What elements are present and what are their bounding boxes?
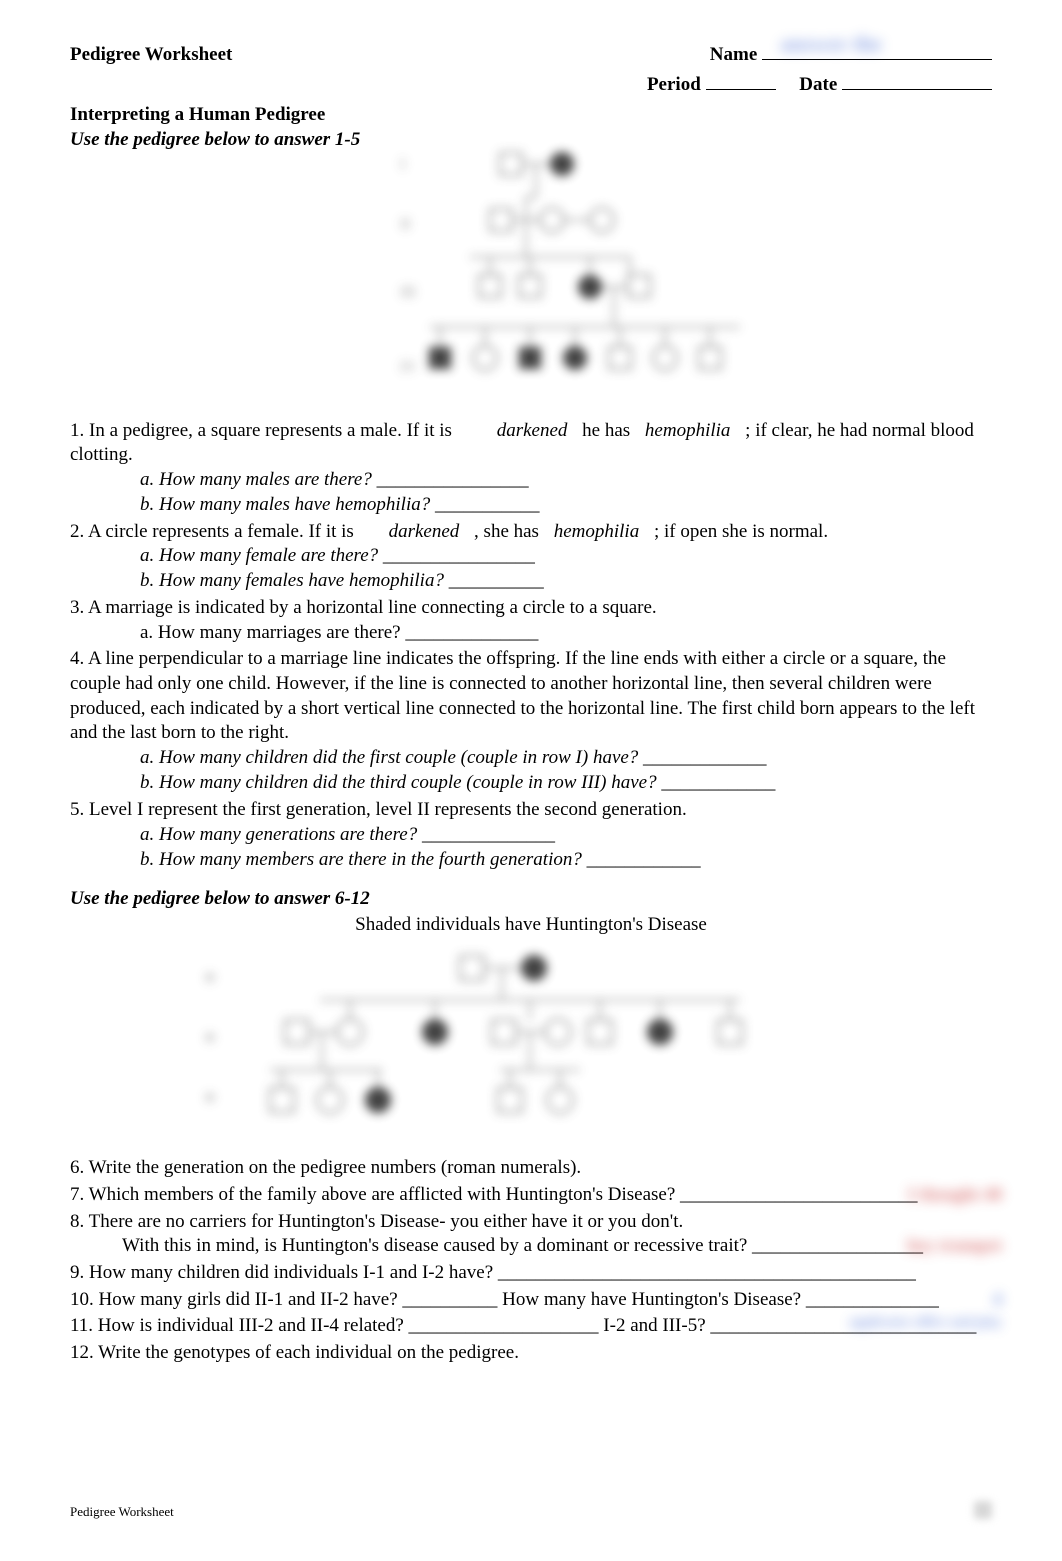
q2-suffix: ; if open she is normal.: [654, 521, 828, 542]
page-title: Pedigree Worksheet: [70, 43, 232, 68]
name-answer-blur: answer the: [780, 30, 882, 59]
q8-line2: With this in mind, is Huntington's disea…: [70, 1234, 992, 1259]
svg-text:II: II: [400, 216, 411, 233]
svg-text:●: ●: [205, 1029, 215, 1046]
q11-blur: applicator office and play: [849, 1314, 1002, 1332]
pedigree-diagram-2: ● ● ●: [200, 950, 800, 1130]
q2-mid: , she has: [474, 521, 539, 542]
q10-blur: 4: [993, 1288, 1002, 1311]
q8-line1: 8. There are no carriers for Huntington'…: [70, 1210, 992, 1235]
q1-prefix: 1. In a pedigree, a square represents a …: [70, 420, 452, 441]
q6: 6. Write the generation on the pedigree …: [70, 1156, 992, 1181]
q7: 7. Which members of the family above are…: [70, 1183, 992, 1208]
q5b-blur: [720, 848, 730, 873]
q1a: a. How many males are there? ___________…: [140, 469, 529, 490]
q12: 12. Write the genotypes of each individu…: [70, 1341, 992, 1366]
svg-text:IV: IV: [400, 359, 417, 376]
svg-text:III: III: [400, 284, 416, 301]
svg-text:●: ●: [205, 1089, 215, 1106]
q4b-blur: [799, 771, 809, 796]
q2-prefix: 2. A circle represents a female. If it i…: [70, 521, 354, 542]
footer-text: Pedigree Worksheet: [70, 1504, 174, 1521]
instruction-2: Use the pedigree below to answer 6-12: [70, 887, 992, 912]
q10: 10. How many girls did II-1 and II-2 hav…: [70, 1288, 992, 1313]
q4b: b. How many children did the third coupl…: [140, 772, 775, 793]
subtitle: Interpreting a Human Pedigree: [70, 103, 992, 128]
q1-kw2: hemophilia: [645, 419, 731, 444]
q4-text: 4. A line perpendicular to a marriage li…: [70, 647, 992, 746]
name-label: Name: [710, 44, 757, 65]
q1b: b. How many males have hemophilia? _____…: [70, 493, 992, 518]
q2b-blur: [548, 569, 558, 594]
q5b: b. How many members are there in the fou…: [140, 849, 701, 870]
footer-page-mark: [974, 1501, 992, 1519]
q9: 9. How many children did individuals I-1…: [70, 1261, 992, 1286]
svg-text:I: I: [400, 156, 405, 173]
shaded-caption: Shaded individuals have Huntington's Dis…: [355, 914, 707, 935]
q1-kw1: darkened: [497, 419, 568, 444]
q3a: a. How many marriages are there? _______…: [70, 621, 992, 646]
q5a: a. How many generations are there? _____…: [140, 824, 555, 845]
pedigree-diagram-1: I II III IV: [380, 147, 760, 407]
q4a-blur: [771, 746, 781, 771]
period-label: Period: [647, 74, 701, 95]
q3-text: 3. A marriage is indicated by a horizont…: [70, 596, 992, 621]
svg-text:●: ●: [205, 969, 215, 986]
q2-kw2: hemophilia: [554, 520, 640, 545]
q2a: a. How many female are there? __________…: [70, 544, 992, 569]
q2-kw1: darkened: [389, 520, 460, 545]
date-label: Date: [799, 74, 837, 95]
period-blank[interactable]: [706, 70, 776, 90]
date-blank[interactable]: [842, 70, 992, 90]
q1a-blur: [533, 468, 552, 493]
q4a: a. How many children did the first coupl…: [140, 747, 767, 768]
q5-text: 5. Level I represent the first generatio…: [70, 798, 992, 823]
q1-mid1: he has: [582, 420, 630, 441]
q5a-blur: [560, 823, 574, 848]
q2b: b. How many females have hemophilia? ___…: [140, 570, 544, 591]
q8-blur: hey trumpet: [908, 1234, 1002, 1257]
q7-blur: I thought 40: [908, 1183, 1002, 1206]
